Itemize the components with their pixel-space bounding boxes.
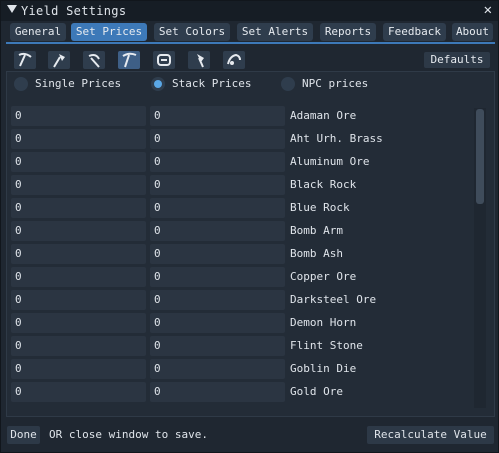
item-name: Adaman Ore xyxy=(290,109,357,122)
list-item: 0 0 Gold Ore xyxy=(11,382,485,402)
price-input-1[interactable]: 0 xyxy=(11,244,146,264)
list-item: 0 0 Blue Rock xyxy=(11,198,485,218)
item-name: Black Rock xyxy=(290,178,357,191)
yield-settings-window: Yield Settings ✕ General Set Prices Set … xyxy=(0,0,499,453)
pickaxe-alt-icon[interactable] xyxy=(118,51,140,69)
fishing-rod-icon[interactable] xyxy=(153,51,175,69)
list-item: 0 0 Goblin Die xyxy=(11,359,485,379)
price-input-1[interactable]: 0 xyxy=(11,290,146,310)
radio-label: NPC prices xyxy=(302,77,369,90)
item-name: Aluminum Ore xyxy=(290,155,370,168)
tab-general[interactable]: General xyxy=(10,23,66,41)
list-item: 0 0 Copper Ore xyxy=(11,267,485,287)
price-input-1[interactable]: 0 xyxy=(11,152,146,172)
window-title: Yield Settings xyxy=(21,4,127,18)
tab-set-alerts[interactable]: Set Alerts xyxy=(237,23,313,41)
radio-label: Single Prices xyxy=(35,77,122,90)
title-bar[interactable]: Yield Settings ✕ xyxy=(1,1,498,21)
item-name: Goblin Die xyxy=(290,362,357,375)
price-input-2[interactable]: 0 xyxy=(150,106,285,126)
clamming-icon[interactable] xyxy=(223,51,245,69)
radio-button[interactable] xyxy=(281,77,295,91)
radio-button[interactable] xyxy=(151,77,165,91)
price-input-1[interactable]: 0 xyxy=(11,198,146,218)
item-name: Gold Ore xyxy=(290,385,343,398)
list-item: 0 0 Black Rock xyxy=(11,175,485,195)
radio-label: Stack Prices xyxy=(172,77,252,90)
tab-reports[interactable]: Reports xyxy=(320,23,376,41)
price-input-2[interactable]: 0 xyxy=(150,221,285,241)
tab-about[interactable]: About xyxy=(452,23,493,41)
price-input-2[interactable]: 0 xyxy=(150,336,285,356)
recalculate-value-button[interactable]: Recalculate Value xyxy=(367,426,494,444)
price-input-2[interactable]: 0 xyxy=(150,198,285,218)
close-icon[interactable]: ✕ xyxy=(484,2,492,18)
price-input-2[interactable]: 0 xyxy=(150,175,285,195)
list-item: 0 0 Adaman Ore xyxy=(11,106,485,126)
price-input-1[interactable]: 0 xyxy=(11,336,146,356)
sickle-icon[interactable] xyxy=(83,51,105,69)
item-name: Blue Rock xyxy=(290,201,350,214)
item-name: Demon Horn xyxy=(290,316,357,329)
price-input-1[interactable]: 0 xyxy=(11,382,146,402)
item-name: Copper Ore xyxy=(290,270,357,283)
hatchet-icon[interactable] xyxy=(48,51,70,69)
list-item: 0 0 Bomb Arm xyxy=(11,221,485,241)
defaults-button[interactable]: Defaults xyxy=(424,52,490,68)
list-item: 0 0 Aht Urh. Brass xyxy=(11,129,485,149)
price-input-2[interactable]: 0 xyxy=(150,244,285,264)
footer-bar: Done OR close window to save. Recalculat… xyxy=(1,425,499,445)
tab-set-prices[interactable]: Set Prices xyxy=(71,23,147,41)
price-input-1[interactable]: 0 xyxy=(11,267,146,287)
list-item: 0 0 Aluminum Ore xyxy=(11,152,485,172)
hatchet-alt-icon[interactable] xyxy=(188,51,210,69)
save-hint: OR close window to save. xyxy=(49,428,208,441)
item-name: Flint Stone xyxy=(290,339,363,352)
price-input-1[interactable]: 0 xyxy=(11,175,146,195)
item-name: Aht Urh. Brass xyxy=(290,132,383,145)
tab-set-colors[interactable]: Set Colors xyxy=(154,23,230,41)
price-input-1[interactable]: 0 xyxy=(11,313,146,333)
price-input-1[interactable]: 0 xyxy=(11,359,146,379)
list-item: 0 0 Darksteel Ore xyxy=(11,290,485,310)
scrollbar-thumb[interactable] xyxy=(476,109,484,204)
price-input-2[interactable]: 0 xyxy=(150,152,285,172)
price-input-1[interactable]: 0 xyxy=(11,106,146,126)
item-name: Bomb Ash xyxy=(290,247,343,260)
done-button[interactable]: Done xyxy=(7,426,40,444)
radio-button[interactable] xyxy=(14,77,28,91)
item-price-list: 0 0 Adaman Ore 0 0 Aht Urh. Brass 0 0 Aluminum O… xyxy=(11,106,485,409)
tab-feedback[interactable]: Feedback xyxy=(383,23,446,41)
price-input-2[interactable]: 0 xyxy=(150,267,285,287)
price-input-2[interactable]: 0 xyxy=(150,129,285,149)
price-input-2[interactable]: 0 xyxy=(150,290,285,310)
pickaxe-icon[interactable] xyxy=(14,51,36,69)
price-input-1[interactable]: 0 xyxy=(11,221,146,241)
price-input-2[interactable]: 0 xyxy=(150,313,285,333)
collapse-arrow-icon[interactable] xyxy=(7,5,17,13)
tab-underline xyxy=(6,42,495,44)
item-name: Bomb Arm xyxy=(290,224,343,237)
item-name: Darksteel Ore xyxy=(290,293,377,306)
price-input-2[interactable]: 0 xyxy=(150,359,285,379)
price-input-2[interactable]: 0 xyxy=(150,382,285,402)
list-item: 0 0 Flint Stone xyxy=(11,336,485,356)
list-item: 0 0 Demon Horn xyxy=(11,313,485,333)
list-item: 0 0 Bomb Ash xyxy=(11,244,485,264)
price-input-1[interactable]: 0 xyxy=(11,129,146,149)
